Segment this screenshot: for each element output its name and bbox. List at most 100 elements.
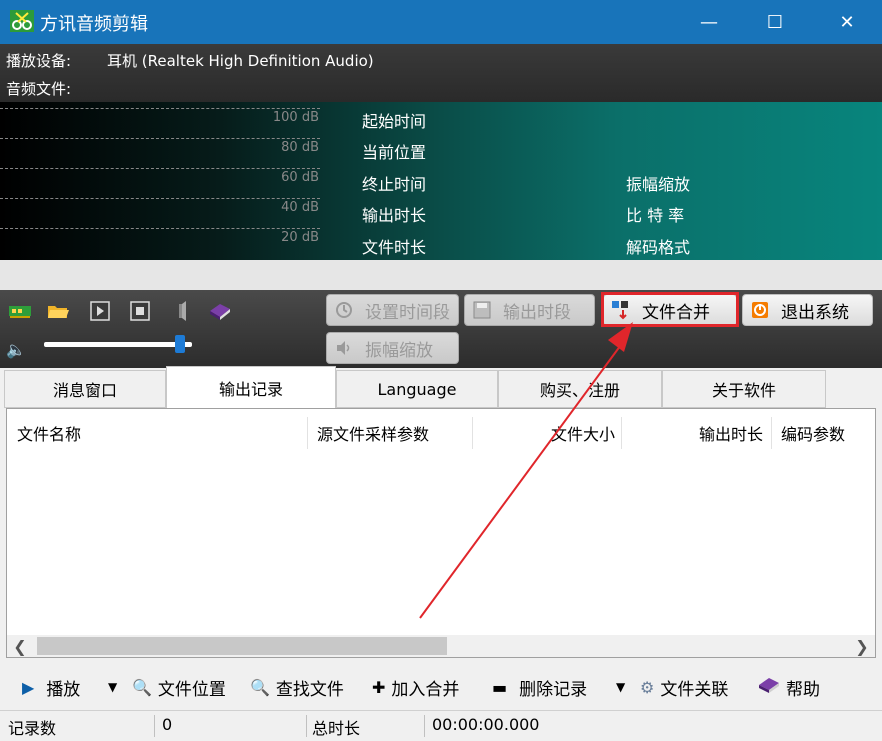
speaker-icon (333, 337, 355, 359)
file-location-button[interactable]: 🔍 文件位置 (132, 674, 226, 700)
help-label: 帮助 (786, 679, 820, 700)
db-gridline (0, 138, 320, 139)
play-button[interactable]: ▶ 播放 (22, 674, 80, 700)
set-segment-button[interactable]: 设置时间段 (326, 294, 459, 326)
window-title: 方讯音频剪辑 (40, 14, 148, 35)
device-value: 耳机 (Realtek High Definition Audio) (107, 52, 374, 70)
tab-about[interactable]: 关于软件 (662, 370, 826, 408)
bitrate-label: 比 特 率 (626, 206, 685, 225)
status-separator (424, 715, 425, 737)
output-duration-label: 输出时长 (362, 206, 427, 225)
db-label: 80 dB (281, 140, 319, 155)
magnifier-icon: 🔍 (250, 677, 270, 697)
exit-system-label: 退出系统 (781, 302, 849, 323)
volume-slider[interactable] (44, 342, 192, 347)
find-file-label: 查找文件 (275, 679, 344, 700)
db-label: 40 dB (281, 200, 319, 215)
set-segment-label: 设置时间段 (365, 302, 450, 323)
record-count-value: 0 (162, 715, 173, 734)
total-duration-value: 00:00:00.000 (432, 715, 540, 734)
magnifier-icon: 🔍 (132, 677, 152, 697)
volume-slider-thumb[interactable] (175, 335, 186, 353)
file-duration-label: 文件时长 (362, 238, 427, 257)
column-header-output-duration[interactable]: 输出时长 (627, 421, 763, 445)
find-file-button[interactable]: 🔍 查找文件 (250, 674, 344, 700)
db-gridline (0, 108, 320, 109)
db-gridline (0, 168, 320, 169)
add-merge-label: 加入合并 (391, 679, 460, 700)
column-header-file-size[interactable]: 文件大小 (481, 421, 615, 445)
folder-open-icon[interactable] (46, 300, 70, 322)
file-label: 音频文件: (6, 80, 72, 98)
save-icon (471, 299, 493, 321)
merge-highlight-box (601, 292, 739, 327)
db-label: 20 dB (281, 230, 319, 245)
tab-messages[interactable]: 消息窗口 (4, 370, 166, 408)
status-bar: 记录数 0 总时长 00:00:00.000 (0, 710, 882, 741)
db-gridline (0, 228, 320, 229)
column-header-encode-params[interactable]: 编码参数 (781, 421, 845, 445)
maximize-button[interactable]: ☐ (752, 0, 798, 44)
gear-icon: ⚙ (640, 677, 655, 697)
scrollbar-thumb[interactable] (37, 637, 447, 655)
status-separator (306, 715, 307, 737)
column-separator[interactable] (307, 417, 308, 449)
delete-dropdown-icon[interactable]: ▼ (616, 674, 625, 700)
db-label: 100 dB (272, 110, 319, 125)
progress-track[interactable] (0, 260, 882, 290)
file-association-label: 文件关联 (660, 679, 729, 700)
close-button[interactable]: ✕ (824, 0, 870, 44)
tab-output-records[interactable]: 输出记录 (166, 366, 336, 408)
level-meter: 100 dB 80 dB 60 dB 40 dB 20 dB 起始时间 当前位置… (0, 102, 882, 260)
add-merge-button[interactable]: ✚ 加入合并 (372, 674, 459, 700)
column-header-source-params[interactable]: 源文件采样参数 (317, 421, 429, 445)
speaker-icon[interactable] (168, 300, 192, 322)
output-segment-button[interactable]: 输出时段 (464, 294, 595, 326)
book-icon (758, 676, 780, 698)
minimize-button[interactable]: — (686, 0, 732, 44)
db-label: 60 dB (281, 170, 319, 185)
db-gridline (0, 198, 320, 199)
plus-icon: ✚ (372, 677, 386, 697)
clock-icon (333, 299, 355, 321)
column-separator[interactable] (621, 417, 622, 449)
amplitude-label: 振幅缩放 (365, 340, 433, 361)
minus-icon: ▬ (492, 677, 508, 697)
delete-record-label: 删除记录 (519, 679, 588, 700)
record-count-label: 记录数 (8, 719, 57, 738)
tab-purchase[interactable]: 购买、注册 (498, 370, 662, 408)
volume-icon: 🔈 (6, 340, 26, 359)
play-triangle-icon: ▶ (22, 677, 35, 697)
column-header-filename[interactable]: 文件名称 (17, 421, 81, 445)
file-location-label: 文件位置 (157, 679, 226, 700)
status-separator (154, 715, 155, 737)
file-association-button[interactable]: ⚙ 文件关联 (640, 674, 728, 700)
bottom-toolbar: ▶ 播放 ▼ 🔍 文件位置 🔍 查找文件 ✚ 加入合并 ▬ 删除记录 ▼ ⚙ 文… (0, 664, 882, 708)
decode-format-label: 解码格式 (626, 238, 691, 257)
column-separator[interactable] (472, 417, 473, 449)
help-button[interactable]: 帮助 (758, 674, 820, 700)
book-icon[interactable] (208, 300, 232, 322)
start-time-label: 起始时间 (362, 112, 427, 131)
column-separator[interactable] (771, 417, 772, 449)
output-record-list[interactable]: 文件名称 源文件采样参数 文件大小 输出时长 编码参数 ❮ ❯ (6, 408, 876, 658)
delete-record-button[interactable]: ▬ 删除记录 (492, 674, 587, 700)
end-time-label: 终止时间 (362, 175, 427, 194)
horizontal-scrollbar[interactable]: ❮ ❯ (7, 635, 875, 657)
sound-card-icon[interactable] (8, 300, 32, 322)
current-position-label: 当前位置 (362, 143, 427, 162)
output-segment-label: 输出时段 (503, 302, 571, 323)
info-panel: 播放设备: 耳机 (Realtek High Definition Audio)… (0, 44, 882, 102)
toolbar: 设置时间段 输出时段 文件合并 退出系统 振幅缩放 (0, 290, 882, 368)
amplitude-button[interactable]: 振幅缩放 (326, 332, 459, 364)
tab-language[interactable]: Language (336, 370, 498, 408)
exit-system-button[interactable]: 退出系统 (742, 294, 873, 326)
scroll-right-icon[interactable]: ❯ (851, 635, 873, 657)
stop-icon[interactable] (128, 300, 152, 322)
scroll-left-icon[interactable]: ❮ (9, 635, 31, 657)
play-dropdown-icon[interactable]: ▼ (108, 674, 117, 700)
device-label: 播放设备: (6, 52, 72, 70)
scissors-icon (10, 10, 34, 32)
play-icon[interactable] (88, 300, 112, 322)
power-icon (749, 299, 771, 321)
